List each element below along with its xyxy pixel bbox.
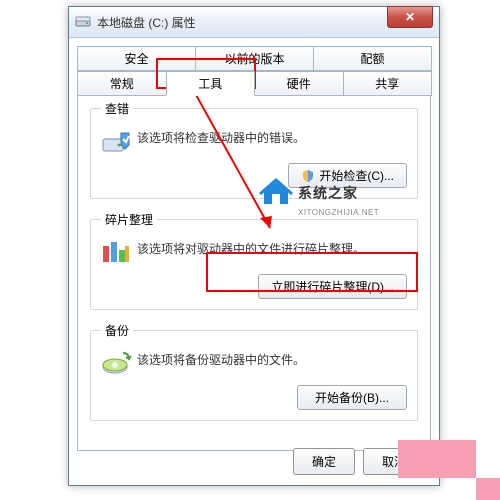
tab-previous-versions[interactable]: 以前的版本: [195, 46, 314, 71]
pink-overlay-2: [476, 478, 500, 500]
drive-icon: [75, 14, 91, 30]
error-check-desc: 该选项将检查驱动器中的错误。: [137, 129, 407, 146]
backup-icon: [101, 347, 133, 379]
start-check-button[interactable]: 开始检查(C)...: [288, 163, 407, 188]
tab-sharing[interactable]: 共享: [343, 71, 433, 96]
backup-desc: 该选项将备份驱动器中的文件。: [137, 351, 407, 368]
tab-strip: 安全 以前的版本 配额 常规 工具 硬件 共享: [77, 46, 431, 90]
shield-icon: [301, 169, 315, 183]
defrag-legend: 碎片整理: [101, 211, 157, 228]
backup-group: 备份 该选项将备份驱动器中的文件。 开始备份(B)...: [90, 322, 418, 421]
error-check-legend: 查错: [101, 100, 133, 117]
tab-security[interactable]: 安全: [77, 46, 196, 71]
tab-quota[interactable]: 配额: [313, 46, 432, 71]
backup-legend: 备份: [101, 322, 133, 339]
start-backup-button[interactable]: 开始备份(B)...: [297, 385, 407, 410]
tab-hardware[interactable]: 硬件: [254, 71, 344, 96]
pink-overlay-1: [398, 440, 476, 478]
ok-button[interactable]: 确定: [293, 448, 355, 475]
content: 安全 以前的版本 配额 常规 工具 硬件 共享 查错 该选项将检查驱动器中的错误…: [69, 38, 439, 459]
tab-panel-tools: 查错 该选项将检查驱动器中的错误。 开始检查(C)... 碎片整理: [77, 89, 431, 451]
titlebar: 本地磁盘 (C:) 属性 ✕: [69, 7, 439, 38]
error-check-group: 查错 该选项将检查驱动器中的错误。 开始检查(C)...: [90, 100, 418, 199]
checkdisk-icon: [101, 125, 133, 157]
defrag-group: 碎片整理 该选项将对驱动器中的文件进行碎片整理。 立即进行碎片整理(D)...: [90, 211, 418, 310]
defrag-icon: [101, 236, 133, 268]
properties-dialog: 本地磁盘 (C:) 属性 ✕ 安全 以前的版本 配额 常规 工具 硬件 共享 查…: [68, 6, 440, 486]
window-title: 本地磁盘 (C:) 属性: [97, 14, 387, 31]
defrag-desc: 该选项将对驱动器中的文件进行碎片整理。: [137, 240, 407, 257]
close-button[interactable]: ✕: [387, 6, 433, 28]
defrag-now-button[interactable]: 立即进行碎片整理(D)...: [258, 274, 407, 299]
tab-general[interactable]: 常规: [77, 71, 167, 96]
tab-tools[interactable]: 工具: [166, 71, 256, 96]
